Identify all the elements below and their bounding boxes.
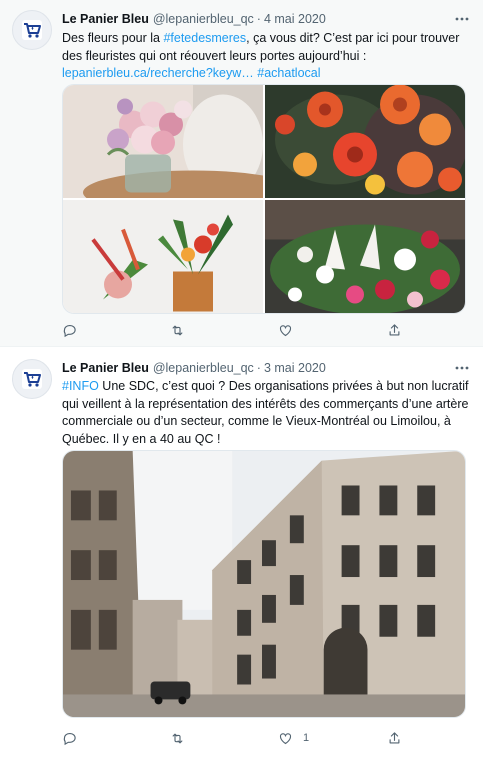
tweet-date[interactable]: 3 mai 2020 bbox=[264, 361, 326, 375]
avatar[interactable] bbox=[12, 10, 52, 50]
more-options-button[interactable] bbox=[453, 10, 471, 28]
author-name[interactable]: Le Panier Bleu bbox=[62, 12, 149, 26]
reply-button[interactable] bbox=[62, 320, 87, 340]
hashtag-link[interactable]: #achatlocal bbox=[257, 66, 320, 80]
heart-icon bbox=[279, 732, 292, 744]
photo-pink-bouquet[interactable] bbox=[63, 85, 263, 198]
tweet-header: Le Panier Bleu @lepanierbleu_qc · 4 mai … bbox=[62, 10, 471, 28]
more-dots-icon bbox=[455, 17, 469, 21]
like-button[interactable] bbox=[278, 320, 303, 340]
author-handle[interactable]: @lepanierbleu_qc bbox=[153, 12, 254, 26]
media-grid bbox=[62, 84, 466, 314]
share-button[interactable] bbox=[387, 728, 402, 748]
more-dots-icon bbox=[455, 366, 469, 370]
reply-button[interactable] bbox=[62, 728, 87, 748]
text-segment: Une SDC, c’est quoi ? Des organisations … bbox=[62, 379, 469, 446]
separator: · bbox=[256, 361, 261, 375]
tweet-text: Des fleurs pour la #fetedesmeres, ça vou… bbox=[62, 30, 469, 83]
reply-icon bbox=[63, 324, 76, 337]
photo-old-montreal-street[interactable] bbox=[62, 450, 466, 718]
share-icon bbox=[389, 323, 400, 335]
url-link[interactable]: lepanierbleu.ca/recherche?keyw… bbox=[62, 66, 254, 80]
tweet-date[interactable]: 4 mai 2020 bbox=[264, 12, 326, 26]
retweet-button[interactable] bbox=[170, 728, 195, 748]
cart-icon bbox=[22, 20, 42, 40]
hashtag-link[interactable]: #INFO bbox=[62, 379, 99, 393]
tweet-actions: 1 bbox=[62, 728, 466, 748]
author-handle[interactable]: @lepanierbleu_qc bbox=[153, 361, 254, 375]
photo-tropical-arrangement[interactable] bbox=[63, 200, 263, 313]
text-segment: Des fleurs pour la bbox=[62, 31, 164, 45]
like-count: 1 bbox=[303, 732, 310, 744]
tweet-header: Le Panier Bleu @lepanierbleu_qc · 3 mai … bbox=[62, 359, 471, 377]
retweet-button[interactable] bbox=[170, 320, 195, 340]
avatar[interactable] bbox=[12, 359, 52, 399]
tweet[interactable]: Le Panier Bleu @lepanierbleu_qc · 4 mai … bbox=[0, 0, 483, 347]
reply-icon bbox=[63, 732, 76, 745]
more-options-button[interactable] bbox=[453, 359, 471, 377]
tweet-text: #INFO Une SDC, c’est quoi ? Des organisa… bbox=[62, 378, 469, 448]
separator: · bbox=[256, 12, 261, 26]
tweet-actions bbox=[62, 320, 466, 340]
tweet[interactable]: Le Panier Bleu @lepanierbleu_qc · 3 mai … bbox=[0, 347, 483, 757]
author-name[interactable]: Le Panier Bleu bbox=[62, 361, 149, 375]
share-icon bbox=[389, 731, 400, 743]
retweet-icon bbox=[172, 733, 183, 743]
share-button[interactable] bbox=[387, 320, 402, 340]
hashtag-link[interactable]: #fetedesmeres bbox=[163, 31, 246, 45]
photo-lilies-roses[interactable] bbox=[265, 200, 465, 313]
heart-icon bbox=[279, 324, 292, 336]
like-button[interactable]: 1 bbox=[278, 728, 309, 748]
cart-icon bbox=[22, 369, 42, 389]
retweet-icon bbox=[172, 325, 183, 335]
photo-orange-dahlias[interactable] bbox=[265, 85, 465, 198]
